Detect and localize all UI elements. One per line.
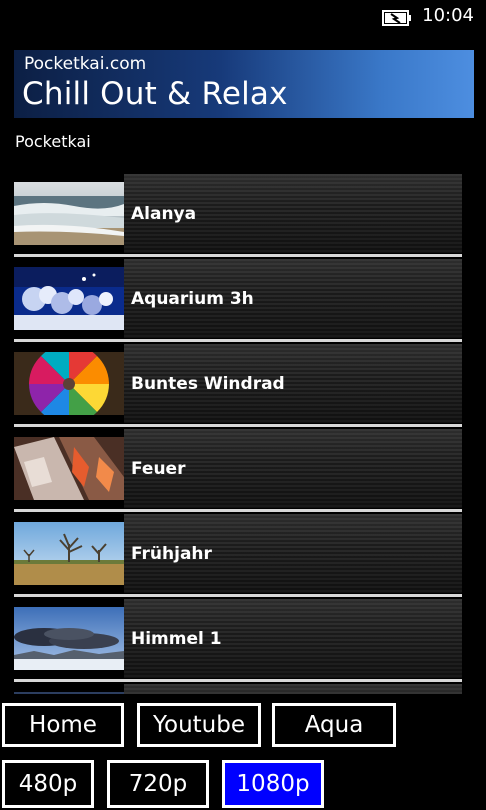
app-title: Chill Out & Relax [22, 76, 288, 112]
item-label: Buntes Windrad [131, 374, 285, 394]
item-label: Feuer [131, 459, 186, 479]
aquarium-coral-thumbnail [14, 267, 124, 330]
video-list[interactable]: Alanya Aquarium 3h Buntes Windrad Feuer … [14, 172, 462, 694]
status-bar: 10:04 [0, 0, 486, 34]
quality-1080p-button[interactable]: 1080p [222, 760, 324, 808]
list-item[interactable]: Aquarium 3h [14, 257, 462, 342]
item-label: Frühjahr [131, 544, 212, 564]
site-name: Pocketkai.com [24, 54, 147, 74]
list-item[interactable]: Feuer [14, 427, 462, 512]
list-item[interactable]: Frühjahr [14, 512, 462, 597]
next-item-thumbnail [14, 692, 124, 694]
item-background [124, 684, 462, 694]
battery-charging-icon [382, 10, 411, 26]
beach-waves-thumbnail [14, 182, 124, 245]
item-label: Alanya [131, 204, 197, 224]
quality-480p-button[interactable]: 480p [2, 760, 94, 808]
list-item[interactable]: Buntes Windrad [14, 342, 462, 427]
spring-landscape-thumbnail [14, 522, 124, 585]
page-subtitle: Pocketkai [15, 132, 91, 151]
clock: 10:04 [422, 5, 474, 26]
list-item[interactable]: Himmel 1 [14, 597, 462, 682]
header-banner: Pocketkai.com Chill Out & Relax [14, 50, 474, 118]
item-label: Himmel 1 [131, 629, 222, 649]
fire-thumbnail [14, 437, 124, 500]
list-item[interactable] [14, 682, 462, 694]
aqua-button[interactable]: Aqua [272, 703, 396, 747]
youtube-button[interactable]: Youtube [137, 703, 261, 747]
list-item[interactable]: Alanya [14, 172, 462, 257]
home-button[interactable]: Home [2, 703, 124, 747]
sky-clouds-thumbnail [14, 607, 124, 670]
item-label: Aquarium 3h [131, 289, 254, 309]
pinwheel-thumbnail [14, 352, 124, 415]
quality-720p-button[interactable]: 720p [107, 760, 209, 808]
